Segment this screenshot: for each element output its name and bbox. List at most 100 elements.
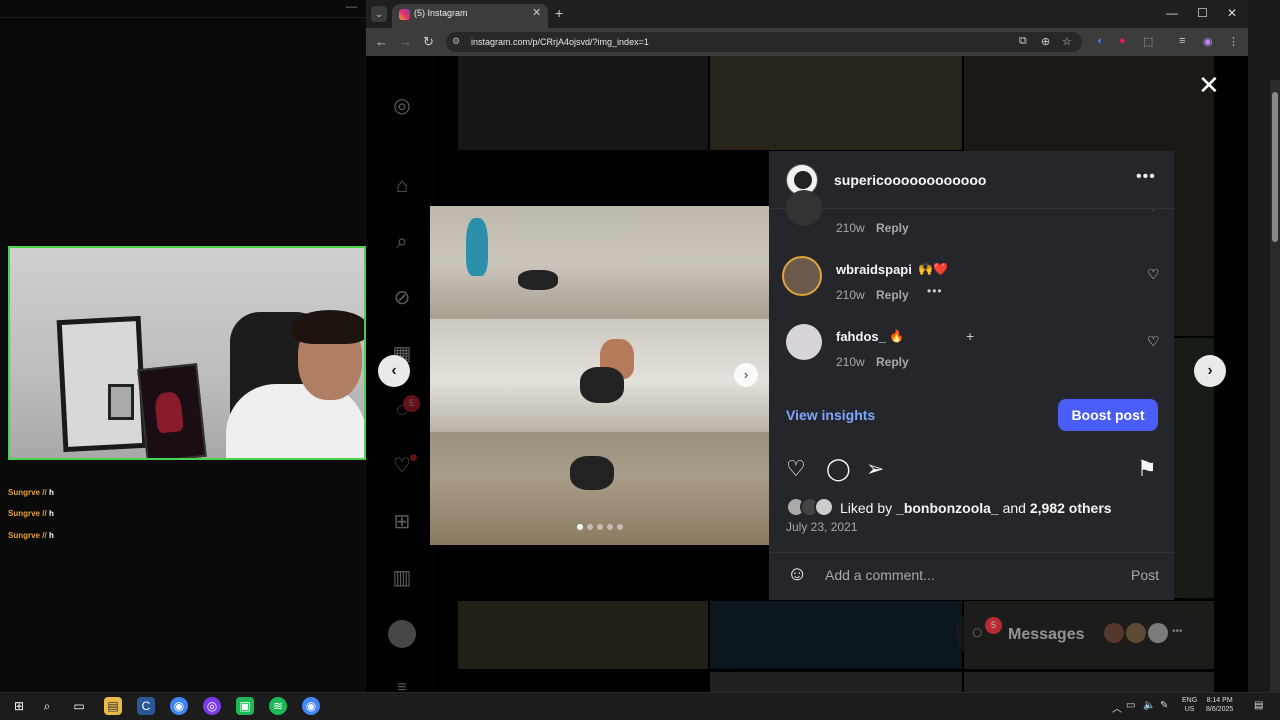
browser-menu-icon[interactable]: ⋮ <box>1228 35 1239 48</box>
previous-post-icon[interactable]: ‹ <box>378 355 410 387</box>
start-windows-icon[interactable]: ⊞ <box>10 697 28 715</box>
minimize-icon[interactable]: — <box>346 1 357 13</box>
photo-next-icon[interactable]: › <box>734 363 758 387</box>
chrome-icon[interactable]: ◉ <box>302 697 320 715</box>
instagram-favicon-icon <box>399 9 410 20</box>
chat-badge: // <box>42 509 47 518</box>
site-info-icon[interactable]: ⚙ <box>452 36 464 48</box>
tray-chevron-icon[interactable]: ︿ <box>1112 700 1122 715</box>
task-view-icon[interactable]: ▭ <box>70 697 88 715</box>
chat-badge: // <box>42 531 47 540</box>
comment-options-icon[interactable]: ••• <box>927 284 943 298</box>
window-maximize-button[interactable]: ☐ <box>1197 6 1208 20</box>
scrollbar-thumb[interactable] <box>1272 92 1278 242</box>
clock[interactable]: 8:14 PM 8/6/2025 <box>1206 696 1233 714</box>
more-options-icon[interactable]: ••• <box>1136 168 1156 186</box>
comment-text: 🙌❤️ <box>918 262 948 276</box>
liker-avatar <box>814 497 834 517</box>
comment-heart-icon[interactable]: · <box>1152 206 1155 215</box>
reply-link[interactable]: Reply <box>876 288 909 302</box>
window-minimize-button[interactable]: — <box>1166 6 1178 20</box>
liked-user-link[interactable]: _bonbonzoola_ <box>896 500 999 516</box>
media-controls-icon[interactable]: ≡ <box>1179 35 1185 47</box>
extension-red-icon[interactable]: ● <box>1119 35 1126 47</box>
network-icon[interactable]: ▭ <box>1126 700 1135 711</box>
chrome-icon[interactable]: ◉ <box>170 697 188 715</box>
language-indicator[interactable]: ENG US <box>1182 696 1197 714</box>
notifications-icon[interactable]: ▤ <box>1254 700 1263 711</box>
reply-link[interactable]: Reply <box>876 355 909 369</box>
chat-message: Sungrve // h <box>8 531 54 540</box>
url-text[interactable]: instagram.com/p/CRrjA4ojsvd/?img_index=1 <box>471 37 649 47</box>
windows-taskbar <box>0 692 1280 720</box>
extensions-puzzle-icon[interactable]: ⬚ <box>1143 35 1153 48</box>
close-modal-icon[interactable]: ✕ <box>1198 70 1220 101</box>
post-photo[interactable] <box>430 206 769 545</box>
reload-icon[interactable]: ↻ <box>423 34 434 50</box>
comment-age: 210w <box>836 288 865 302</box>
tab-close-icon[interactable]: ✕ <box>532 6 541 19</box>
liked-by-avatars[interactable] <box>786 497 840 517</box>
pen-icon[interactable]: ✎ <box>1160 700 1168 711</box>
install-app-icon[interactable]: ⧉ <box>1019 35 1027 48</box>
messenger-icon: ◌ <box>972 622 983 642</box>
back-arrow-icon[interactable]: ← <box>375 34 388 49</box>
date-text: 8/6/2025 <box>1206 706 1234 713</box>
extension-icon[interactable]: ◖ <box>1096 35 1103 47</box>
boost-post-button[interactable]: Boost post <box>1058 399 1158 431</box>
streamer-hair <box>292 310 364 344</box>
photo-strip-middle <box>430 319 769 432</box>
app-green-icon[interactable]: ▣ <box>236 697 254 715</box>
new-tab-button[interactable]: + <box>555 5 563 21</box>
zoom-icon[interactable]: ⊕ <box>1041 35 1050 48</box>
liked-by-text[interactable]: Liked by _bonbonzoola_ and 2,982 others <box>840 500 1112 516</box>
commenter-avatar[interactable] <box>782 256 822 296</box>
forward-arrow-icon[interactable]: → <box>399 34 412 49</box>
comment-like-heart-icon[interactable]: ♡ <box>1147 266 1160 283</box>
chat-text: h <box>48 531 54 540</box>
volume-icon[interactable]: 🔈 <box>1143 700 1155 711</box>
obs-icon[interactable]: ◎ <box>203 697 221 715</box>
window-close-button[interactable]: ✕ <box>1227 6 1237 20</box>
chat-message: Sungrve // h <box>8 488 54 497</box>
webcam-feed <box>8 246 366 460</box>
messages-label: Messages <box>1008 626 1085 643</box>
chat-username: Sungrve <box>8 531 41 540</box>
chat-text: h <box>48 509 54 518</box>
tab-search-button[interactable]: ⌄ <box>371 6 387 22</box>
liked-others-link[interactable]: 2,982 others <box>1030 500 1112 516</box>
emoji-picker-icon[interactable]: ☺ <box>787 563 807 586</box>
commenter-avatar[interactable] <box>786 324 822 360</box>
comment-age: 210w <box>836 355 865 369</box>
comment-input[interactable] <box>825 565 1105 585</box>
profile-avatar-icon[interactable]: ◉ <box>1203 35 1213 48</box>
comment-like-heart-icon[interactable]: ♡ <box>1147 333 1160 350</box>
bookmark-star-icon[interactable]: ☆ <box>1062 35 1072 48</box>
chat-badge: // <box>42 488 47 497</box>
view-insights-link[interactable]: View insights <box>786 407 875 423</box>
spotify-icon[interactable]: ≋ <box>269 697 287 715</box>
region-text: US <box>1184 706 1195 713</box>
share-send-icon[interactable]: ➢ <box>866 456 884 482</box>
author-username[interactable]: supericoooooooooooo <box>834 172 986 188</box>
app-c-icon[interactable]: C <box>137 697 155 715</box>
language-text: ENG <box>1182 697 1198 704</box>
commenter-avatar[interactable] <box>786 190 822 226</box>
next-post-icon[interactable]: › <box>1194 355 1226 387</box>
chat-message: Sungrve // h <box>8 509 54 518</box>
post-date[interactable]: July 23, 2021 <box>786 520 857 534</box>
carousel-dot-active <box>577 524 583 530</box>
comment-bubble-icon[interactable]: ◯ <box>826 456 851 482</box>
taskbar-search-icon[interactable]: ⌕ <box>38 697 56 715</box>
save-bookmark-icon[interactable]: ⚑ <box>1137 456 1157 482</box>
like-heart-icon[interactable]: ♡ <box>786 456 806 482</box>
reply-link[interactable]: Reply <box>876 221 909 235</box>
chat-username: Sungrve <box>8 488 41 497</box>
file-explorer-icon[interactable]: ▤ <box>104 697 122 715</box>
post-comment-button[interactable]: Post <box>1131 567 1159 583</box>
comment-username[interactable]: fahdos_ <box>836 329 886 344</box>
chat-username: Sungrve <box>8 509 41 518</box>
husky-dog <box>518 270 558 290</box>
liked-prefix: Liked by <box>840 500 897 516</box>
comment-username[interactable]: wbraidspapi <box>836 262 912 277</box>
